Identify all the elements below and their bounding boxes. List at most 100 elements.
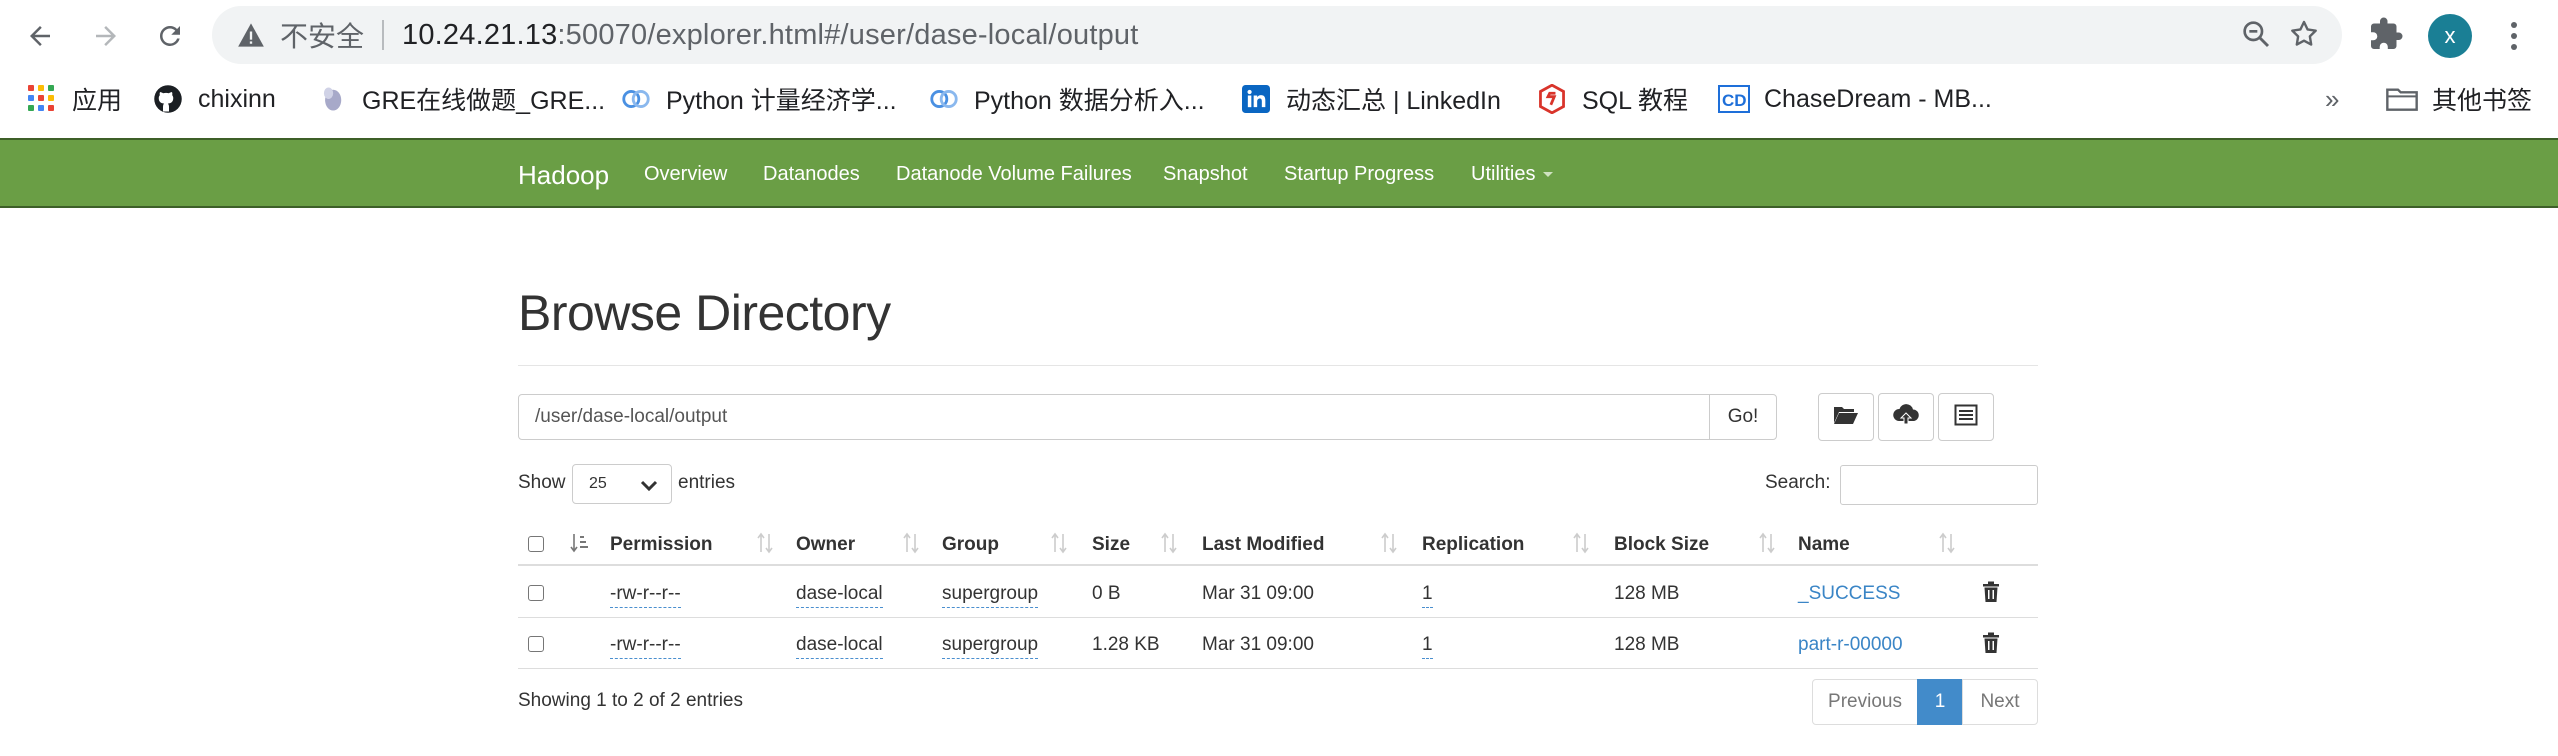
nav-snapshot[interactable]: Snapshot (1163, 163, 1248, 186)
entries-per-page-select[interactable]: 25 (572, 464, 672, 504)
cell-owner[interactable]: dase-local (796, 583, 883, 608)
apps-grid-icon (26, 83, 58, 115)
url-text[interactable]: 10.24.21.13:50070/explorer.html#/user/da… (402, 19, 1139, 52)
extensions-puzzle-icon[interactable] (2368, 16, 2404, 57)
pagination-page-1[interactable]: 1 (1917, 679, 1963, 725)
cell-permission[interactable]: -rw-r--r-- (610, 583, 681, 608)
bookmark-chixinn[interactable]: chixinn (152, 78, 276, 120)
address-bar[interactable]: 不安全 10.24.21.13:50070/explorer.html#/use… (212, 6, 2342, 64)
warning-icon[interactable] (234, 18, 268, 52)
nav-utilities-label: Utilities (1471, 163, 1536, 185)
go-button[interactable]: Go! (1709, 394, 1777, 440)
table-info: Showing 1 to 2 of 2 entries (518, 690, 743, 711)
more-bookmarks-button[interactable]: » (2325, 78, 2339, 120)
col-name[interactable]: Name (1798, 534, 1850, 556)
forward-icon[interactable] (86, 16, 126, 56)
python-site-icon (928, 83, 960, 115)
folder-open-icon (1833, 404, 1859, 431)
cell-last-modified: Mar 31 09:00 (1202, 583, 1314, 604)
list-alt-icon (1954, 404, 1978, 431)
sort-icon[interactable] (1938, 530, 1956, 556)
nav-utilities[interactable]: Utilities (1471, 163, 1554, 186)
search-label: Search: (1765, 472, 1831, 493)
row-checkbox[interactable] (528, 636, 544, 652)
svg-text:CD: CD (1722, 91, 1747, 110)
bookmark-apps[interactable]: 应用 (26, 78, 122, 120)
reload-icon[interactable] (150, 16, 190, 56)
zoom-icon[interactable] (2240, 18, 2272, 55)
select-all-checkbox[interactable] (528, 536, 544, 552)
cloud-upload-icon (1892, 403, 1920, 432)
col-permission[interactable]: Permission (610, 534, 712, 556)
bookmark-star-icon[interactable] (2288, 18, 2320, 55)
col-size[interactable]: Size (1092, 534, 1130, 556)
sort-ascending-icon[interactable] (570, 530, 588, 556)
bookmark-label: Python 数据分析入... (974, 87, 1205, 115)
directory-path-input[interactable] (518, 394, 1710, 440)
address-separator (382, 20, 385, 50)
sort-icon[interactable] (1160, 530, 1178, 556)
bookmark-sql[interactable]: SQL 教程 (1536, 78, 1688, 120)
nav-datanodes[interactable]: Datanodes (763, 163, 860, 186)
col-owner[interactable]: Owner (796, 534, 855, 556)
pagination-previous[interactable]: Previous (1812, 679, 1918, 725)
sort-icon[interactable] (1380, 530, 1398, 556)
bookmark-linkedin[interactable]: 动态汇总 | LinkedIn (1240, 78, 1501, 120)
row-checkbox[interactable] (528, 585, 544, 601)
nav-overview[interactable]: Overview (644, 163, 727, 186)
trash-icon[interactable] (1982, 632, 2000, 659)
cell-group[interactable]: supergroup (942, 583, 1039, 608)
pagination-next[interactable]: Next (1962, 679, 2038, 725)
github-icon (152, 83, 184, 115)
sort-icon[interactable] (902, 530, 920, 556)
navbar-brand[interactable]: Hadoop (518, 160, 609, 191)
cell-size: 1.28 KB (1092, 634, 1160, 655)
upload-button[interactable] (1878, 393, 1934, 441)
cell-group[interactable]: supergroup (942, 634, 1039, 659)
bookmark-python-data[interactable]: Python 数据分析入... (928, 78, 1205, 120)
entries-select-value: 25 (589, 475, 607, 492)
cell-replication[interactable]: 1 (1422, 634, 1433, 659)
bookmark-chasedream[interactable]: CD ChaseDream - MB... (1718, 78, 1992, 120)
create-directory-button[interactable] (1818, 393, 1874, 441)
nav-startup-progress[interactable]: Startup Progress (1284, 163, 1434, 186)
col-last-modified[interactable]: Last Modified (1202, 534, 1324, 556)
bookmark-python-econometrics[interactable]: Python 计量经济学... (620, 78, 897, 120)
title-divider (518, 365, 2038, 366)
url-host: 10.24.21.13 (402, 18, 558, 51)
table-row: -rw-r--r-- dase-local supergroup 1.28 KB… (518, 619, 2038, 669)
sort-icon[interactable] (1050, 530, 1068, 556)
cell-block-size: 128 MB (1614, 583, 1680, 604)
cell-name-link[interactable]: part-r-00000 (1798, 634, 1903, 656)
bookmark-label: SQL 教程 (1582, 87, 1689, 115)
profile-avatar[interactable]: x (2428, 14, 2472, 58)
insecure-label[interactable]: 不安全 (280, 15, 364, 55)
browser-menu-icon[interactable] (2502, 14, 2526, 58)
search-input[interactable] (1840, 465, 2038, 505)
sort-icon[interactable] (1572, 530, 1590, 556)
table-header: Permission Owner Group Size Last Modifie… (518, 524, 2038, 566)
sort-icon[interactable] (1758, 530, 1776, 556)
cell-block-size: 128 MB (1614, 634, 1680, 655)
col-replication[interactable]: Replication (1422, 534, 1524, 556)
cell-replication[interactable]: 1 (1422, 583, 1433, 608)
back-icon[interactable] (20, 16, 60, 56)
sort-icon[interactable] (756, 530, 774, 556)
bookmark-label: Python 计量经济学... (666, 87, 897, 115)
nav-datanode-volume-failures[interactable]: Datanode Volume Failures (896, 163, 1132, 186)
cell-owner[interactable]: dase-local (796, 634, 883, 659)
other-bookmarks-folder[interactable]: 其他书签 (2386, 78, 2532, 120)
col-group[interactable]: Group (942, 534, 999, 556)
col-block-size[interactable]: Block Size (1614, 534, 1709, 556)
cell-name-link[interactable]: _SUCCESS (1798, 583, 1900, 605)
table-row: -rw-r--r-- dase-local supergroup 0 B Mar… (518, 568, 2038, 618)
cell-size: 0 B (1092, 583, 1121, 604)
chevron-down-icon (639, 475, 659, 500)
trash-icon[interactable] (1982, 581, 2000, 608)
bookmark-gre[interactable]: GRE在线做题_GRE... (316, 78, 605, 120)
cell-permission[interactable]: -rw-r--r-- (610, 634, 681, 659)
folder-icon (2386, 83, 2418, 115)
bookmark-label: chixinn (198, 84, 276, 113)
linkedin-icon (1240, 83, 1272, 115)
cut-paste-button[interactable] (1938, 393, 1994, 441)
